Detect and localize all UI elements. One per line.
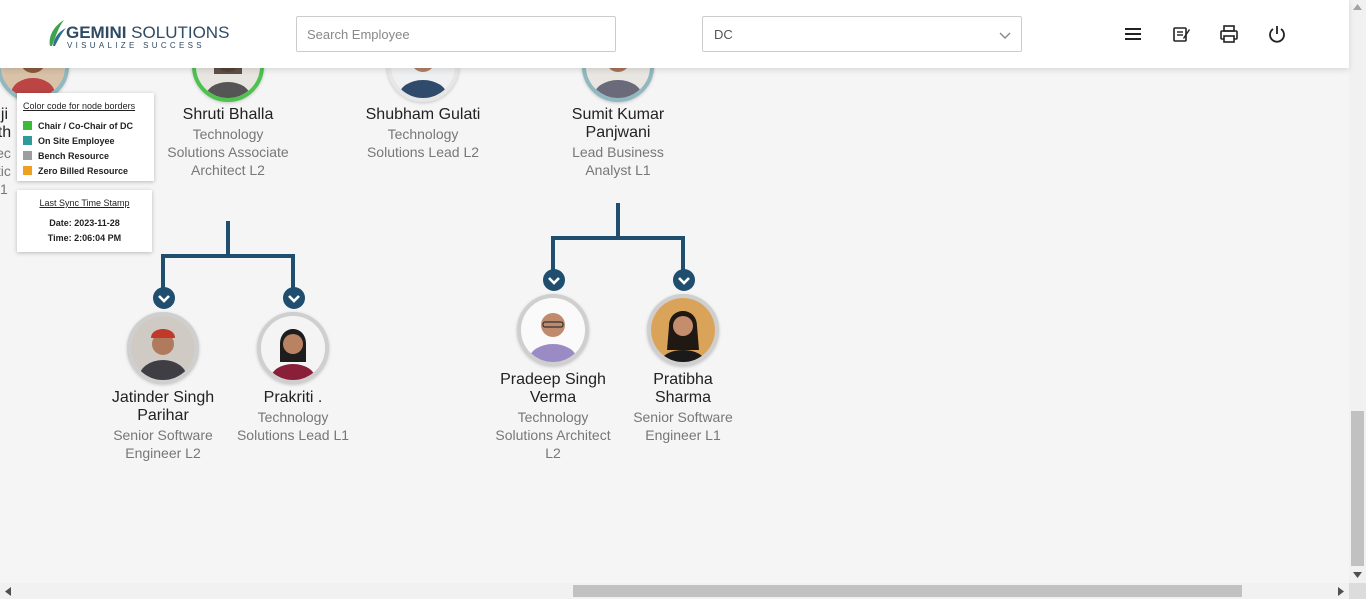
node-name: Shubham Gulati: [365, 106, 481, 123]
logo-tagline: VISUALIZE SUCCESS: [67, 41, 205, 50]
node-title: Technology Solutions Lead L1: [236, 409, 350, 443]
expand-node-button[interactable]: [673, 269, 695, 291]
chevron-down-icon: [288, 295, 300, 303]
connector-line: [616, 203, 620, 239]
node-name: Jatinder Singh Parihar: [111, 389, 215, 424]
logo-text: GEMINI SOLUTIONS: [66, 23, 230, 42]
expand-node-button[interactable]: [283, 287, 305, 309]
employee-avatar[interactable]: [257, 312, 329, 384]
scroll-down-arrow-icon[interactable]: [1353, 572, 1362, 578]
scroll-up-arrow-icon[interactable]: [1353, 4, 1362, 10]
node-title: Technology Solutions Associate Architect…: [167, 126, 289, 178]
employee-avatar[interactable]: [647, 294, 719, 366]
scroll-right-arrow-icon[interactable]: [1338, 587, 1344, 596]
person-photo-icon: [651, 298, 715, 362]
connector-line: [291, 254, 295, 290]
node-name: Pradeep Singh Verma: [500, 371, 606, 406]
person-photo-icon: [131, 316, 195, 380]
legend-item: On Site Employee: [23, 136, 115, 146]
node-name: Sumit Kumar Panjwani: [571, 106, 665, 141]
sync-timestamp-box: Last Sync Time Stamp Date: 2023-11-28 Ti…: [17, 190, 152, 252]
expand-node-button[interactable]: [543, 269, 565, 291]
horizontal-scrollbar-thumb[interactable]: [573, 585, 1242, 597]
sync-time: Time: 2:06:04 PM: [47, 233, 122, 243]
person-photo-icon: [521, 298, 585, 362]
search-employee-input[interactable]: [296, 16, 616, 52]
connector-line: [681, 236, 685, 272]
node-title: Technology Solutions Architect L2: [495, 409, 611, 461]
node-name: Prakriti .: [263, 389, 323, 406]
notes-icon[interactable]: [1171, 24, 1191, 44]
legend-swatch: [23, 151, 32, 160]
chevron-down-icon: [999, 32, 1011, 39]
employee-avatar[interactable]: [127, 312, 199, 384]
department-select[interactable]: DC: [702, 16, 1022, 52]
hamburger-menu-icon[interactable]: [1123, 24, 1143, 44]
node-title: Senior Software Engineer L2: [113, 427, 213, 461]
legend-item: Zero Billed Resource: [23, 166, 128, 176]
connector-line: [551, 236, 555, 272]
vertical-scrollbar-thumb[interactable]: [1351, 411, 1364, 566]
printer-icon[interactable]: [1219, 24, 1239, 44]
connector-line: [226, 221, 230, 257]
expand-node-button[interactable]: [153, 287, 175, 309]
legend-item: Chair / Co-Chair of DC: [23, 121, 133, 131]
node-title: Lead Business Analyst L1: [572, 144, 664, 178]
sync-title: Last Sync Time Stamp: [39, 198, 130, 208]
top-header: GEMINI SOLUTIONS VISUALIZE SUCCESS DC: [0, 0, 1349, 68]
node-title: Technology Solutions Lead L2: [366, 126, 480, 160]
power-icon[interactable]: [1267, 24, 1287, 44]
chevron-down-icon: [678, 277, 690, 285]
node-name: Pratibha Sharma: [653, 371, 713, 406]
department-select-value: DC: [714, 27, 733, 42]
connector-line: [551, 236, 685, 240]
legend-item: Bench Resource: [23, 151, 109, 161]
legend-title: Color code for node borders: [23, 101, 136, 111]
chevron-down-icon: [158, 295, 170, 303]
node-name: Shruti Bhalla: [182, 106, 274, 123]
chevron-down-icon: [548, 277, 560, 285]
leaf-logo-icon: [49, 20, 66, 46]
connector-line: [161, 254, 165, 290]
person-photo-icon: [261, 316, 325, 380]
color-legend: Color code for node borders Chair / Co-C…: [17, 93, 154, 181]
legend-swatch: [23, 166, 32, 175]
sync-date: Date: 2023-11-28: [49, 218, 120, 228]
scroll-left-arrow-icon[interactable]: [5, 587, 11, 596]
employee-avatar[interactable]: [517, 294, 589, 366]
scrollbar-corner: [1349, 583, 1366, 599]
node-title: Senior Software Engineer L1: [633, 409, 733, 443]
connector-line: [161, 254, 295, 258]
legend-swatch: [23, 121, 32, 130]
company-logo[interactable]: GEMINI SOLUTIONS VISUALIZE SUCCESS: [46, 16, 229, 52]
legend-swatch: [23, 136, 32, 145]
